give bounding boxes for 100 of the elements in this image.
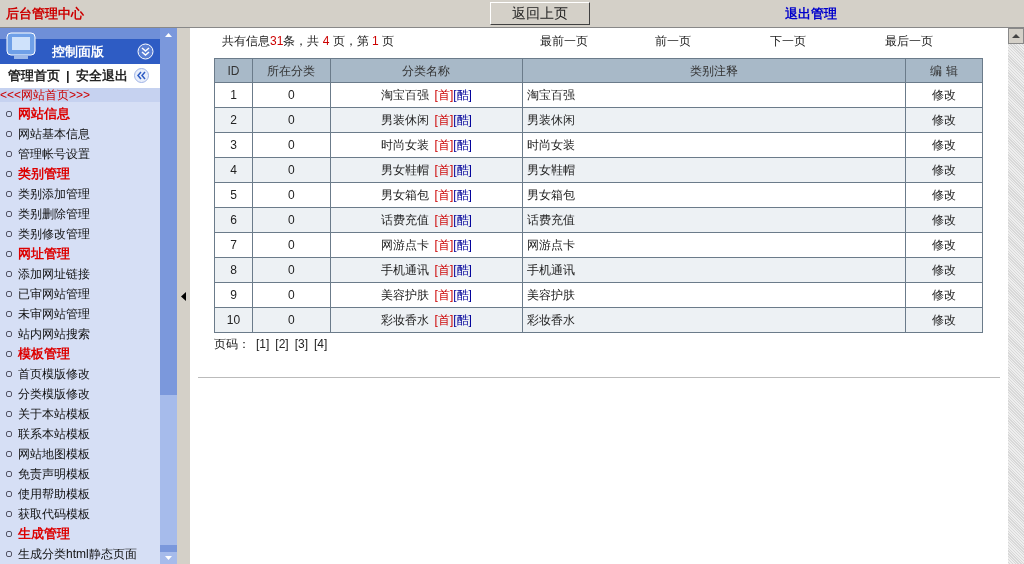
sidebar-link[interactable]: 联系本站模板 [18,425,90,443]
tag-link[interactable]: [首] [434,238,454,252]
pager-link[interactable]: 最后一页 [885,32,965,50]
bullet-icon [6,131,12,137]
bullet-icon [6,411,12,417]
sidebar-link[interactable]: 网站地图模板 [18,445,90,463]
tag-link[interactable]: [酷] [453,313,472,327]
bullet-icon [6,231,12,237]
sidebar-link[interactable]: 类别修改管理 [18,225,90,243]
sidebar-link[interactable]: 免责声明模板 [18,465,90,483]
sidebar-link[interactable]: 获取代码模板 [18,505,90,523]
back-button[interactable]: 返回上页 [490,2,590,25]
separator: | [66,67,70,86]
sidebar-link[interactable]: 管理帐号设置 [18,145,90,163]
sidebar-link[interactable]: 站内网站搜索 [18,325,90,343]
sidebar-link[interactable]: 使用帮助模板 [18,485,90,503]
bullet-icon [6,431,12,437]
sidebar-link[interactable]: 类别删除管理 [18,205,90,223]
tag-link[interactable]: [酷] [453,238,472,252]
table-cell: 男女箱包 [522,182,906,208]
tag-link[interactable]: [首] [434,188,454,202]
table-cell: 0 [252,82,331,108]
tag-link[interactable]: [首] [434,163,454,177]
logout-link[interactable]: 退出管理 [785,3,837,24]
edit-link[interactable]: 修改 [905,257,983,283]
sidebar-link[interactable]: 未审网站管理 [18,305,90,323]
edit-link[interactable]: 修改 [905,182,983,208]
home-link[interactable]: <<<网站首页>>> [0,88,160,102]
table-cell: 淘宝百强 [522,82,906,108]
sidebar-link[interactable]: 已审网站管理 [18,285,90,303]
page-link[interactable]: [3] [294,335,309,353]
sidebar-link[interactable]: 关于本站模板 [18,405,90,423]
tag-link[interactable]: [首] [434,288,454,302]
edit-link[interactable]: 修改 [905,132,983,158]
sidebar-link[interactable]: 网站基本信息 [18,125,90,143]
bullet-icon [6,171,12,177]
scroll-up-icon[interactable] [1008,28,1024,44]
sidebar-link[interactable]: 首页模版修改 [18,365,90,383]
column-header: 类别注释 [522,58,906,83]
bullet-icon [6,111,12,117]
sidebar-link[interactable]: 添加网址链接 [18,265,90,283]
scrollbar-thumb[interactable] [160,395,177,545]
table-cell: 0 [252,232,331,258]
bullet-icon [6,511,12,517]
tag-link[interactable]: [首] [434,88,454,102]
tag-link[interactable]: [酷] [453,163,472,177]
edit-link[interactable]: 修改 [905,107,983,133]
bullet-icon [6,291,12,297]
tag-link[interactable]: [首] [434,213,454,227]
nav-link[interactable]: 管理首页 [8,66,60,86]
edit-link[interactable]: 修改 [905,82,983,108]
category-name: 彩妆香水 [380,313,429,327]
edit-link[interactable]: 修改 [905,232,983,258]
tag-link[interactable]: [首] [434,313,454,327]
nav-link[interactable]: 安全退出 [75,66,128,86]
category-name: 手机通讯 [380,263,429,277]
tag-link[interactable]: [首] [434,263,454,277]
collapse-icon[interactable] [133,68,149,84]
bullet-icon [6,351,12,357]
section-heading: 网址管理 [18,245,70,264]
tag-link[interactable]: [酷] [453,188,472,202]
section-heading: 生成管理 [18,525,70,544]
tag-link[interactable]: [酷] [453,263,472,277]
bullet-icon [6,391,12,397]
tag-link[interactable]: [酷] [453,288,472,302]
edit-link[interactable]: 修改 [905,282,983,308]
bullet-icon [6,271,12,277]
page-link[interactable]: [1] [256,335,270,353]
edit-link[interactable]: 修改 [905,207,983,233]
sidebar-link[interactable]: 类别添加管理 [18,185,90,203]
pager-link[interactable]: 下一页 [770,32,885,50]
table-cell: 0 [252,307,331,333]
category-name: 网游点卡 [380,238,429,252]
tag-link[interactable]: [酷] [453,138,472,152]
pager-link[interactable]: 最前一页 [540,32,655,50]
tag-link[interactable]: [酷] [453,88,472,102]
page-link[interactable]: [4] [314,335,328,353]
page-link[interactable]: [2] [275,335,289,353]
bullet-icon [6,211,12,217]
tag-link[interactable]: [首] [434,113,454,127]
tag-link[interactable]: [酷] [453,213,472,227]
pager-link[interactable]: 前一页 [655,32,770,50]
site-title: 后台管理中心 [6,4,85,23]
table-cell: 时尚女装 [522,132,906,158]
sidebar-link[interactable]: 生成分类html静态页面 [18,545,137,563]
bullet-icon [6,251,12,257]
category-name: 美容护肤 [380,288,429,302]
tag-link[interactable]: [酷] [453,113,472,127]
table-cell: 彩妆香水 [522,307,906,333]
category-name: 男女箱包 [380,188,429,202]
table-cell: 4 [214,157,253,183]
table-cell: 10 [214,307,253,333]
edit-link[interactable]: 修改 [905,157,983,183]
collapse-arrow-icon[interactable] [181,291,186,301]
table-cell: 7 [214,232,253,258]
sidebar-link[interactable]: 分类模版修改 [18,385,90,403]
edit-link[interactable]: 修改 [905,307,983,333]
column-header: 所在分类 [252,58,331,83]
tag-link[interactable]: [首] [434,138,454,152]
bullet-icon [6,531,12,537]
